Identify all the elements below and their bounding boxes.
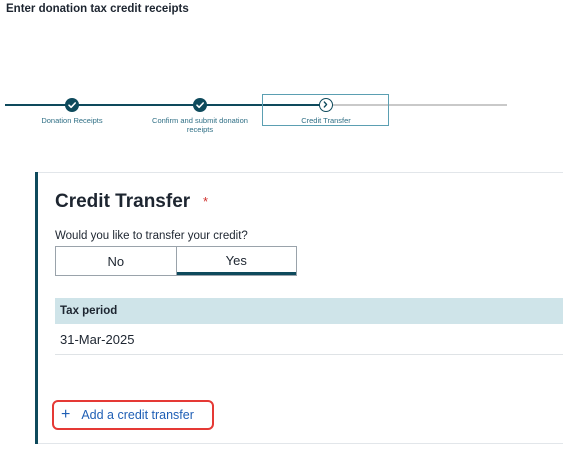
table-row: 31-Mar-2025	[55, 324, 563, 355]
table-header-tax-period: Tax period	[55, 298, 563, 324]
check-icon	[193, 98, 207, 112]
transfer-toggle: No Yes	[55, 246, 297, 276]
page-title: Enter donation tax credit receipts	[6, 3, 189, 15]
panel-divider	[38, 443, 563, 444]
step-label-confirm-submit: Confirm and submit donation receipts	[152, 116, 248, 134]
add-credit-transfer-link[interactable]: + Add a credit transfer	[52, 400, 214, 430]
check-icon	[65, 98, 79, 112]
chevron-right-icon	[319, 98, 333, 112]
transfer-question: Would you like to transfer your credit?	[55, 230, 248, 242]
yes-option-button[interactable]: Yes	[176, 247, 296, 275]
tax-period-table: Tax period 31-Mar-2025	[55, 298, 563, 355]
step-label-donation-receipts: Donation Receipts	[41, 116, 103, 125]
credit-transfer-panel: Credit Transfer * Would you like to tran…	[35, 172, 563, 444]
panel-divider	[38, 172, 563, 173]
panel-accent-bar	[35, 172, 38, 444]
add-credit-transfer-label: Add a credit transfer	[81, 408, 194, 422]
no-option-button[interactable]: No	[56, 247, 177, 275]
plus-icon: +	[61, 406, 71, 423]
section-title: Credit Transfer	[55, 191, 191, 212]
required-marker: *	[203, 194, 209, 209]
progress-stepper: Donation Receipts Confirm and submit don…	[0, 90, 563, 140]
step-label-credit-transfer: Credit Transfer	[301, 116, 351, 125]
